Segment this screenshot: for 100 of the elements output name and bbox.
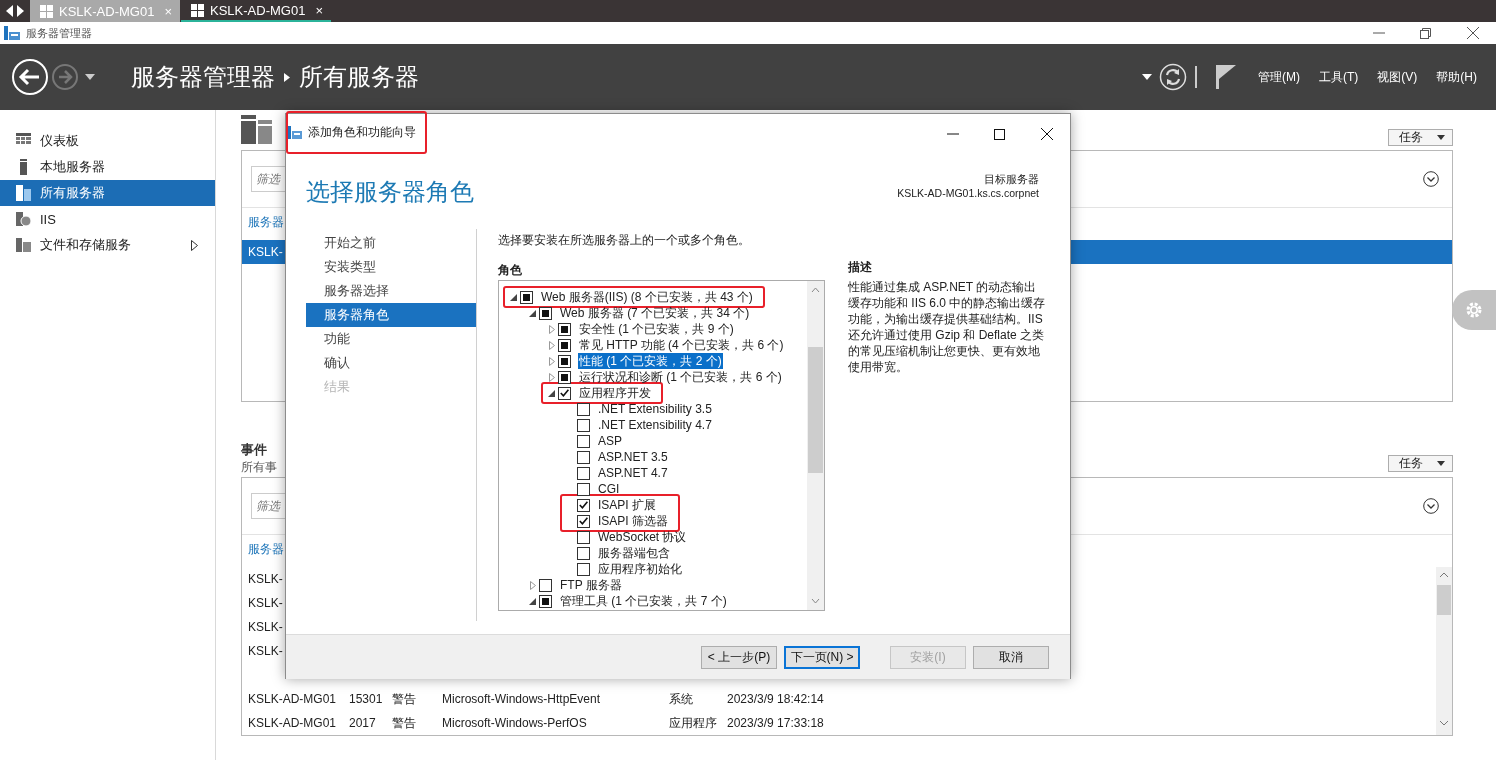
tasks-button[interactable]: 任务 [1388,129,1453,146]
tree-item[interactable]: 性能 (1 个已安装，共 2 个) [578,353,723,369]
table-cell-text: Microsoft-Windows-HttpEvent [442,692,602,706]
checkbox[interactable] [558,386,571,400]
wizard-icon [288,126,302,139]
tree-item[interactable]: 应用程序开发 [578,385,652,401]
back-button-icon[interactable] [11,58,49,96]
tree-item[interactable]: ASP.NET 4.7 [597,465,669,481]
section-subtitle: 所有事 [241,459,277,476]
tasks-button[interactable]: 任务 [1388,455,1453,472]
checkbox[interactable] [577,498,590,512]
target-label: 目标服务器 [983,171,1039,186]
page-heading: 选择服务器角色 [306,176,474,207]
wizard-step[interactable]: 服务器选择 [306,279,476,303]
close-icon[interactable] [1466,27,1479,39]
tree-item[interactable]: 服务器端包含 [597,545,671,561]
table-cell: KSLK- [248,245,283,259]
tree-item[interactable]: Web 服务器(IIS) (8 个已安装，共 43 个) [540,289,754,305]
dialog-button[interactable]: < 上一步(P) [701,645,777,669]
collapse-arrow-icon[interactable] [529,309,536,317]
roles-label: 角色 [498,262,523,279]
breadcrumb-item[interactable]: 服务器管理器 [131,61,275,93]
checkbox[interactable] [577,434,590,448]
sidebar-item[interactable]: 仪表板 [0,128,215,154]
table-cell-text: 警告 [392,690,417,708]
column-header[interactable]: 服务器 [248,542,284,556]
server-manager-icon [4,26,20,40]
menu-item[interactable]: 工具(T) [1319,68,1359,86]
servers-icon [241,115,272,144]
checkbox[interactable] [577,418,590,432]
maximize-icon[interactable] [994,128,1005,140]
checkbox[interactable] [577,450,590,464]
close-icon[interactable] [1040,128,1053,140]
tree-item[interactable]: .NET Extensibility 4.7 [597,417,713,433]
breadcrumb-separator-icon [284,72,290,82]
web-server-icon [16,211,31,227]
tree-item[interactable]: ASP [597,433,623,449]
restore-icon[interactable] [1420,27,1431,39]
menu-item[interactable]: 管理(M) [1258,68,1300,86]
tree-item[interactable]: ISAPI 扩展 [597,497,657,513]
dialog-button[interactable]: 取消 [973,645,1049,669]
wizard-step[interactable]: 开始之前 [306,231,476,255]
menu-item[interactable]: 视图(V) [1377,68,1418,86]
table-cell-text: KSLK-AD-MG01 [248,692,338,706]
windows-logo-icon [191,3,204,17]
checkbox[interactable] [577,546,590,560]
tree-item[interactable]: 安全性 (1 个已安装，共 9 个) [578,321,735,337]
sidebar-item[interactable]: IIS [0,206,215,232]
flag-icon[interactable] [1216,65,1236,89]
checkbox[interactable] [577,562,590,576]
expand-arrow-icon[interactable] [191,239,198,251]
sidebar-item[interactable]: 文件和存储服务 [0,232,215,258]
table-cell-text: KSLK-AD-MG01 [248,716,338,730]
tree-item[interactable]: .NET Extensibility 3.5 [597,401,713,417]
tree-item[interactable]: 运行状况和诊断 (1 个已安装，共 6 个) [578,369,783,385]
collapse-arrow-icon[interactable] [548,389,555,397]
navigation-arrows-icon[interactable] [6,5,24,17]
tree-item[interactable]: FTP 服务器 [559,577,623,593]
section-title: 事件 [241,441,268,459]
wizard-step[interactable]: 功能 [306,327,476,351]
scrollbar[interactable] [1436,567,1452,735]
tree-item[interactable]: WebSocket 协议 [597,529,688,545]
menu-item[interactable]: 帮助(H) [1436,68,1477,86]
column-header[interactable]: 服务器 [248,215,284,229]
tree-item[interactable]: 应用程序初始化 [597,561,683,577]
collapse-chevron-icon[interactable] [1423,498,1439,514]
collapse-arrow-icon[interactable] [510,293,517,301]
tree-item[interactable]: ISAPI 筛选器 [597,513,669,529]
scrollbar[interactable] [807,281,824,610]
tree-item[interactable]: Web 服务器 (7 个已安装，共 34 个) [559,305,751,321]
checkbox[interactable] [577,466,590,480]
dialog-button[interactable]: 下一页(N) > [784,645,860,669]
description-text: 性能通过集成 ASP.NET 的动态输出缓存功能和 IIS 6.0 中的静态输出缓存功能，为输出缓存提供基础结构。IIS 还允许通过使用 Gzip 和 Deflate 之类的常见压缩机制让您更快、更有效地使用带宽。 [848,279,1047,375]
wizard-step[interactable]: 服务器角色 [306,303,476,327]
wizard-step: 结果 [306,375,476,399]
tree-item[interactable]: 常见 HTTP 功能 (4 个已安装，共 6 个) [578,337,785,353]
collapse-arrow-icon[interactable] [529,597,536,605]
table-cell-text: 警告 [392,714,417,732]
tree-item[interactable]: ASP.NET 3.5 [597,449,669,465]
dropdown-arrow-icon[interactable] [85,74,95,80]
sidebar-item[interactable]: 所有服务器 [0,180,215,206]
table-cell: KSLK- [248,572,283,586]
dropdown-arrow-icon[interactable] [1142,74,1152,80]
table-cell: 2023/3/9 18:42:14 [727,692,824,706]
refresh-icon[interactable] [1159,63,1187,91]
checkbox[interactable] [539,578,552,592]
wizard-step[interactable]: 安装类型 [306,255,476,279]
tab-title: KSLK-AD-MG01 [210,2,306,18]
collapse-chevron-icon[interactable] [1423,171,1439,187]
sidebar-item[interactable]: 本地服务器 [0,154,215,180]
breadcrumb-item[interactable]: 所有服务器 [299,61,419,93]
wizard-step[interactable]: 确认 [306,351,476,375]
target-server: KSLK-AD-MG01.ks.cs.corpnet [897,185,1039,200]
tree-item[interactable]: CGI [597,481,621,497]
minimize-icon[interactable] [946,133,959,135]
close-button[interactable]: × [315,2,323,18]
tree-item[interactable]: 管理工具 (1 个已安装，共 7 个) [559,593,728,609]
checkbox[interactable] [577,482,590,496]
checkbox[interactable] [577,514,590,528]
dialog-title: 添加角色和功能向导 [308,124,416,141]
